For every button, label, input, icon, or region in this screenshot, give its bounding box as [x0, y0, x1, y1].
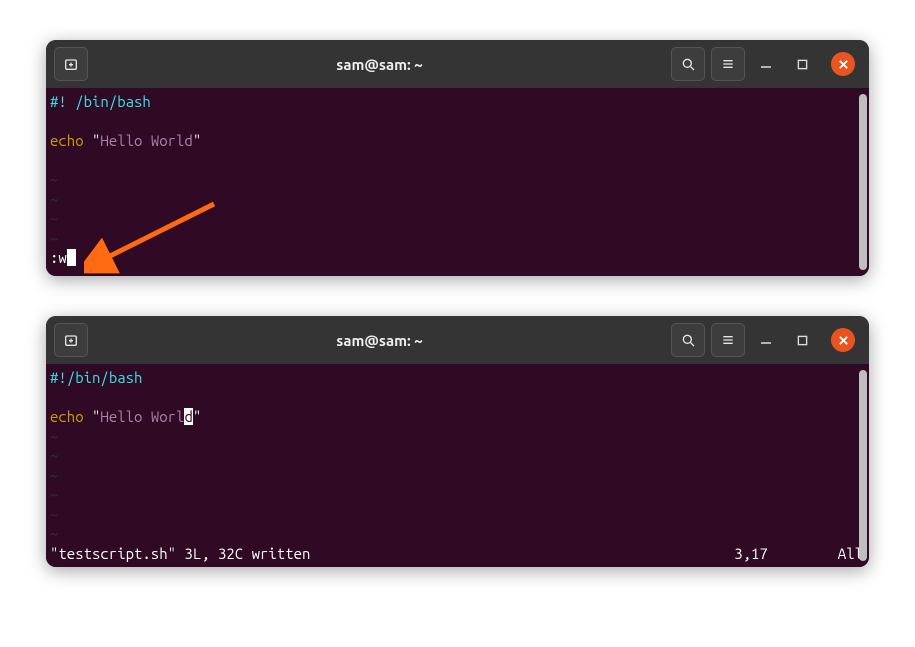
maximize-button[interactable] [795, 333, 809, 347]
vim-tilde: ~ [50, 229, 863, 249]
terminal-window-2: sam@sam: ~ #! [46, 316, 869, 567]
menu-button[interactable] [711, 323, 745, 357]
maximize-button[interactable] [795, 57, 809, 71]
vim-tilde: ~ [50, 524, 863, 544]
terminal-window-1: sam@sam: ~ #! [46, 40, 869, 276]
minimize-button[interactable] [759, 333, 773, 347]
status-position: 3,17 [734, 544, 768, 564]
menu-button[interactable] [711, 47, 745, 81]
cursor-icon [67, 249, 76, 266]
vim-tilde: ~ [50, 485, 863, 505]
echo-line: echo "Hello World" [50, 407, 863, 427]
empty-line [50, 151, 863, 171]
search-button[interactable] [671, 47, 705, 81]
new-tab-button[interactable] [54, 47, 88, 81]
empty-line [50, 388, 863, 408]
shebang-line: #!/bin/bash [50, 368, 863, 388]
vim-tilde: ~ [50, 505, 863, 525]
scrollbar[interactable] [859, 370, 867, 561]
echo-line: echo "Hello World" [50, 131, 863, 151]
vim-tilde: ~ [50, 466, 863, 486]
titlebar: sam@sam: ~ [46, 316, 869, 364]
scrollbar[interactable] [859, 94, 867, 270]
cursor-icon: d [184, 408, 192, 425]
vim-tilde: ~ [50, 209, 863, 229]
status-message: "testscript.sh" 3L, 32C written [50, 544, 734, 564]
minimize-button[interactable] [759, 57, 773, 71]
close-button[interactable] [831, 52, 855, 76]
terminal-body[interactable]: #!/bin/bash echo "Hello World" ~ ~ ~ ~ ~… [46, 364, 869, 567]
terminal-body[interactable]: #! /bin/bash echo "Hello World" ~ ~ ~ ~ … [46, 88, 869, 276]
window-title: sam@sam: ~ [94, 56, 665, 73]
vim-tilde: ~ [50, 190, 863, 210]
search-button[interactable] [671, 323, 705, 357]
vim-tilde: ~ [50, 427, 863, 447]
empty-line [50, 112, 863, 132]
new-tab-button[interactable] [54, 323, 88, 357]
window-title: sam@sam: ~ [94, 332, 665, 349]
shebang-line: #! /bin/bash [50, 92, 863, 112]
close-button[interactable] [831, 328, 855, 352]
vim-tilde: ~ [50, 170, 863, 190]
titlebar: sam@sam: ~ [46, 40, 869, 88]
vim-command-line[interactable]: :w [50, 248, 863, 268]
vim-tilde: ~ [50, 446, 863, 466]
vim-status-line: "testscript.sh" 3L, 32C written 3,17 All [50, 544, 863, 564]
